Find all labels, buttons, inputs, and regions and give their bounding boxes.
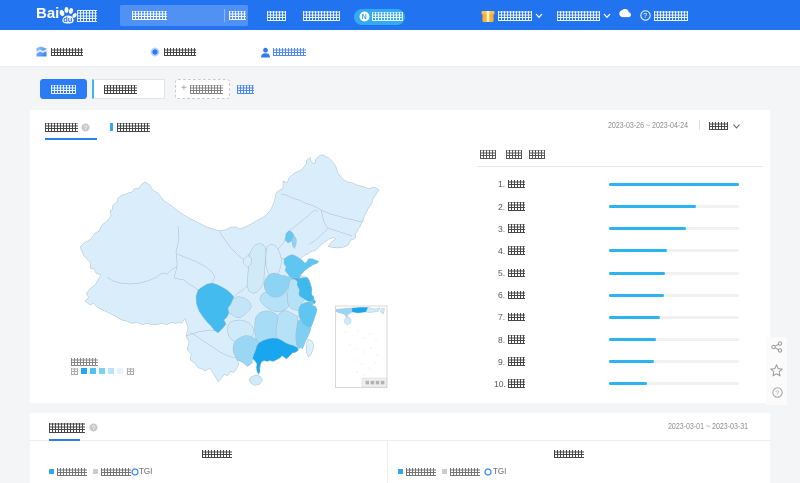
svg-text:?: ? <box>775 390 779 397</box>
svg-text:du: du <box>63 15 73 24</box>
svg-text:?: ? <box>92 425 96 432</box>
svg-text:?: ? <box>643 13 647 20</box>
svg-text:N: N <box>362 14 367 21</box>
